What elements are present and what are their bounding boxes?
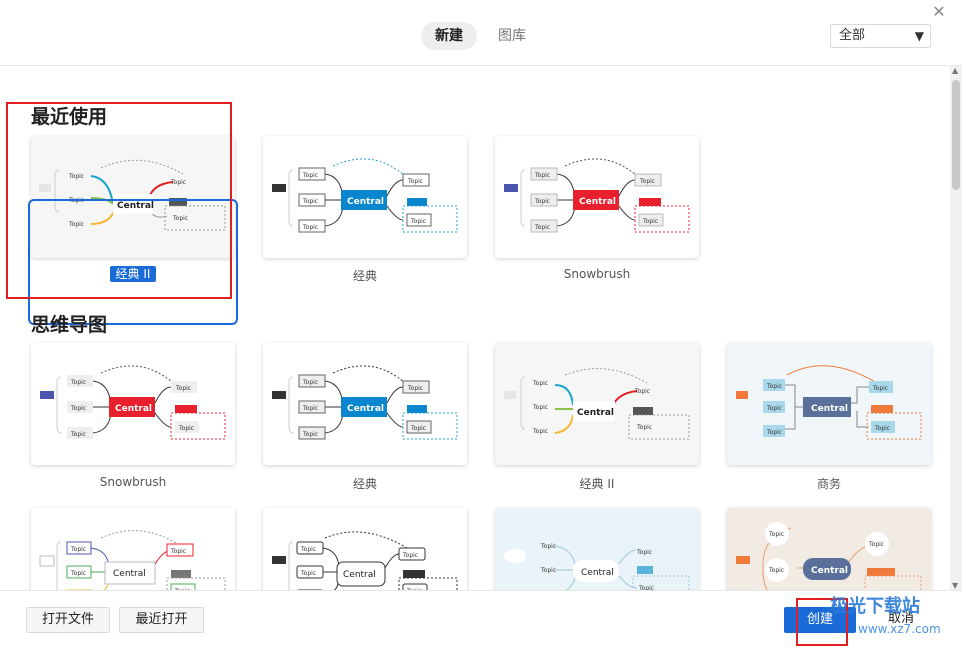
template-gallery: 最近使用 Topic Topic Topic Central Topic Top… bbox=[0, 66, 950, 590]
svg-text:Topic: Topic bbox=[300, 570, 316, 577]
watermark-url: www.xz7.com bbox=[858, 622, 941, 636]
thumbnail-mono: Topic Topic Topic Central Topic Topic bbox=[272, 531, 458, 590]
template-card-classic[interactable]: Topic Topic Topic Central Topic Topic bbox=[263, 136, 467, 258]
svg-text:Topic: Topic bbox=[534, 198, 550, 205]
template-card-classic-ii-2[interactable]: Topic Topic Topic Central Topic Topic bbox=[495, 343, 699, 465]
template-card-snowbrush-2[interactable]: Topic Topic Topic Central Topic Topic bbox=[31, 343, 235, 465]
section-title-mindmap: 思维导图 bbox=[31, 314, 108, 336]
svg-text:Topic: Topic bbox=[540, 543, 556, 550]
thumbnail-classic-ii-2: Topic Topic Topic Central Topic Topic bbox=[504, 368, 690, 440]
svg-text:Topic: Topic bbox=[407, 178, 423, 185]
open-file-button[interactable]: 打开文件 bbox=[26, 607, 110, 633]
close-icon[interactable]: ✕ bbox=[930, 3, 948, 21]
watermark-name: 极光下载站 bbox=[830, 596, 920, 617]
thumbnail-snowbrush: Topic Topic Topic Central Topic Topic bbox=[504, 158, 690, 233]
svg-text:Topic: Topic bbox=[302, 198, 318, 205]
card-label-snowbrush-2: Snowbrush bbox=[99, 475, 167, 489]
svg-text:Topic: Topic bbox=[636, 549, 652, 556]
svg-text:Topic: Topic bbox=[766, 429, 782, 436]
svg-text:Central: Central bbox=[347, 404, 384, 414]
scrollbar-thumb[interactable] bbox=[952, 80, 960, 190]
svg-text:Topic: Topic bbox=[70, 431, 86, 438]
card-label-classic-2: 经典 bbox=[352, 477, 377, 491]
chevron-down-icon: ▼ bbox=[914, 29, 924, 43]
svg-text:Topic: Topic bbox=[302, 379, 318, 386]
thumbnail-warm: Topic Topic Topic Central Topic bbox=[736, 522, 922, 590]
svg-text:Topic: Topic bbox=[768, 567, 784, 574]
svg-text:Central: Central bbox=[579, 197, 616, 207]
svg-text:Topic: Topic bbox=[302, 405, 318, 412]
svg-text:Topic: Topic bbox=[872, 385, 888, 392]
svg-text:Topic: Topic bbox=[534, 172, 550, 179]
svg-text:Topic: Topic bbox=[70, 379, 86, 386]
svg-text:Topic: Topic bbox=[634, 388, 650, 395]
thumbnail-business: Topic Topic Topic Central Topic Topic bbox=[736, 365, 922, 440]
thumbnail-fresh: Topic Topic Topic Central Topic Topic bbox=[504, 543, 690, 590]
template-card-business[interactable]: Topic Topic Topic Central Topic Topic bbox=[727, 343, 931, 465]
svg-text:Topic: Topic bbox=[766, 405, 782, 412]
card-label-classic: 经典 bbox=[352, 269, 377, 283]
svg-text:Central: Central bbox=[577, 408, 614, 418]
svg-text:Central: Central bbox=[581, 568, 614, 578]
svg-text:Topic: Topic bbox=[70, 546, 86, 553]
svg-text:Topic: Topic bbox=[532, 380, 548, 387]
svg-text:Central: Central bbox=[347, 197, 384, 207]
svg-text:Topic: Topic bbox=[874, 425, 890, 432]
template-card-fresh[interactable]: Topic Topic Topic Central Topic Topic bbox=[495, 508, 699, 590]
tab-library[interactable]: 图库 bbox=[484, 22, 540, 50]
svg-text:Topic: Topic bbox=[302, 172, 318, 179]
svg-text:Topic: Topic bbox=[532, 428, 548, 435]
svg-text:Topic: Topic bbox=[532, 404, 548, 411]
svg-text:Topic: Topic bbox=[642, 218, 658, 225]
tab-new[interactable]: 新建 bbox=[421, 22, 477, 50]
svg-text:Central: Central bbox=[811, 566, 848, 576]
svg-text:Topic: Topic bbox=[70, 405, 86, 412]
svg-text:Topic: Topic bbox=[302, 431, 318, 438]
svg-text:Central: Central bbox=[343, 570, 376, 580]
filter-selected-value: 全部 bbox=[839, 28, 866, 43]
svg-text:Topic: Topic bbox=[639, 178, 655, 185]
thumbnail-classic: Topic Topic Topic Central Topic Topic bbox=[272, 158, 458, 233]
watermark: 极光下载站 www.xz7.com bbox=[830, 596, 960, 646]
svg-text:Topic: Topic bbox=[178, 425, 194, 432]
scroll-down-arrow-icon[interactable]: ▼ bbox=[952, 581, 958, 590]
svg-text:Topic: Topic bbox=[170, 548, 186, 555]
svg-text:Topic: Topic bbox=[300, 546, 316, 553]
svg-text:Topic: Topic bbox=[302, 224, 318, 231]
svg-text:Topic: Topic bbox=[410, 425, 426, 432]
svg-text:Central: Central bbox=[113, 569, 146, 579]
svg-text:Topic: Topic bbox=[407, 385, 423, 392]
vertical-scrollbar[interactable]: ▲ ▼ bbox=[950, 66, 962, 590]
template-card-classic-2[interactable]: Topic Topic Topic Central Topic Topic bbox=[263, 343, 467, 465]
top-bar: 新建 图库 ✕ 全部 ▼ bbox=[0, 0, 962, 66]
filter-dropdown[interactable]: 全部 ▼ bbox=[830, 24, 931, 48]
svg-text:Topic: Topic bbox=[402, 552, 418, 559]
thumbnail-classic-2: Topic Topic Topic Central Topic Topic bbox=[272, 365, 458, 440]
svg-text:Topic: Topic bbox=[540, 567, 556, 574]
svg-text:Topic: Topic bbox=[636, 424, 652, 431]
svg-text:Topic: Topic bbox=[868, 541, 884, 548]
svg-text:Topic: Topic bbox=[768, 531, 784, 538]
template-card-warm[interactable]: Topic Topic Topic Central Topic bbox=[727, 508, 931, 590]
svg-text:Topic: Topic bbox=[766, 383, 782, 390]
recent-highlight-box bbox=[6, 102, 232, 299]
template-card-mono[interactable]: Topic Topic Topic Central Topic Topic bbox=[263, 508, 467, 590]
card-label-snowbrush: Snowbrush bbox=[563, 267, 631, 281]
thumbnail-colorful: Topic Topic Topic Central Topic Topic bbox=[39, 530, 226, 590]
svg-text:Topic: Topic bbox=[410, 218, 426, 225]
svg-text:Central: Central bbox=[115, 404, 152, 414]
svg-text:Central: Central bbox=[811, 404, 848, 414]
template-card-snowbrush[interactable]: Topic Topic Topic Central Topic Topic bbox=[495, 136, 699, 258]
scroll-up-arrow-icon[interactable]: ▲ bbox=[952, 66, 958, 75]
svg-text:Topic: Topic bbox=[175, 385, 191, 392]
svg-text:Topic: Topic bbox=[70, 570, 86, 577]
svg-text:Topic: Topic bbox=[534, 224, 550, 231]
thumbnail-snowbrush-2: Topic Topic Topic Central Topic Topic bbox=[40, 365, 226, 440]
recent-open-button[interactable]: 最近打开 bbox=[119, 607, 204, 633]
card-label-classic-ii-2: 经典 II bbox=[579, 477, 615, 491]
card-label-business: 商务 bbox=[816, 477, 841, 491]
template-card-colorful[interactable]: Topic Topic Topic Central Topic Topic bbox=[31, 508, 235, 590]
